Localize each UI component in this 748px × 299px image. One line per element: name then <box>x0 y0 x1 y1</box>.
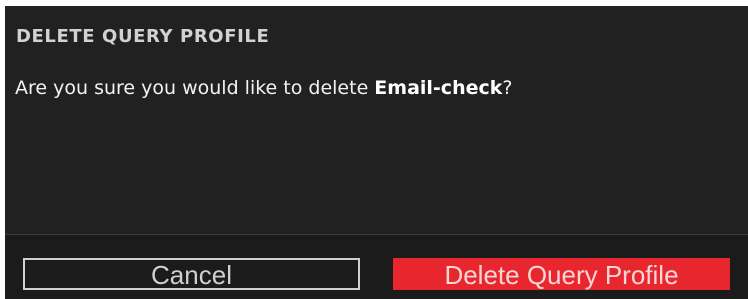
delete-query-profile-button[interactable]: Delete Query Profile <box>393 258 730 290</box>
profile-name: Email-check <box>374 77 503 99</box>
dialog-title: DELETE QUERY PROFILE <box>16 26 270 47</box>
message-suffix: ? <box>502 77 513 99</box>
cancel-button[interactable]: Cancel <box>23 258 360 290</box>
dialog-footer: Cancel Delete Query Profile <box>5 234 748 299</box>
dialog-message: Are you sure you would like to delete Em… <box>15 77 512 99</box>
message-prefix: Are you sure you would like to delete <box>15 77 375 99</box>
delete-query-profile-dialog: DELETE QUERY PROFILE Are you sure you wo… <box>5 6 748 299</box>
